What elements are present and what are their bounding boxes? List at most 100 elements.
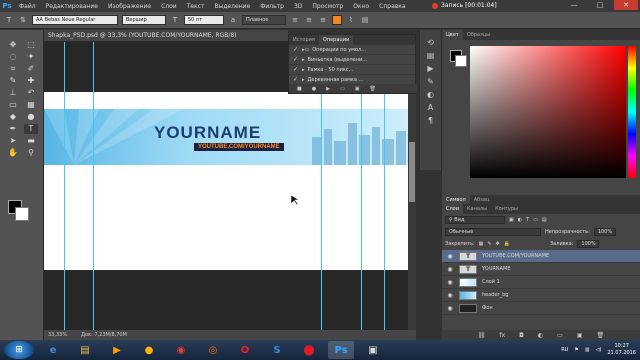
crop-tool-icon[interactable]: ⌗ [6, 64, 20, 74]
hue-slider[interactable] [628, 46, 636, 178]
tab-layers[interactable]: Слои [442, 204, 463, 214]
gradient-tool-icon[interactable]: ▦ [24, 100, 38, 110]
visibility-eye-icon[interactable]: ◉ [446, 305, 454, 312]
antialias-select[interactable]: Плавное [242, 15, 286, 25]
layer-name[interactable]: Фон [482, 305, 493, 311]
tab-swatches[interactable]: Образцы [463, 30, 494, 40]
adjustment-layer-icon[interactable]: ◐ [538, 332, 543, 339]
paragraph-icon[interactable]: ¶ [428, 116, 433, 125]
network-icon[interactable]: ▥ [585, 347, 590, 353]
guide-line[interactable] [93, 42, 94, 330]
link-layers-icon[interactable]: ⛓ [478, 332, 486, 339]
align-left-icon[interactable]: ≡ [290, 15, 300, 25]
new-set-icon[interactable]: ▭ [340, 86, 345, 92]
opera-icon[interactable]: O [232, 341, 258, 359]
healing-brush-icon[interactable]: ✚ [24, 76, 38, 86]
tab-history[interactable]: История [289, 35, 319, 45]
visibility-eye-icon[interactable]: ◉ [446, 292, 454, 299]
new-group-icon[interactable]: ▭ [557, 332, 563, 339]
background-color-swatch[interactable] [455, 55, 467, 67]
expand-arrow-icon[interactable]: ▸ [302, 67, 305, 73]
layer-row[interactable]: ◉ T YOUTUBE.COM/YOURNAME [442, 250, 640, 263]
character-icon[interactable]: A [428, 103, 433, 112]
pen-tool-icon[interactable]: ✒ [6, 124, 20, 134]
visibility-eye-icon[interactable]: ◉ [446, 253, 454, 260]
document-tab[interactable]: Shapka_PSD.psd @ 33,3% (YOUTUBE.COM/YOUR… [44, 30, 288, 42]
zoom-tool-icon[interactable]: ⚲ [24, 148, 38, 158]
color-picker-field[interactable] [470, 46, 626, 178]
add-mask-icon[interactable]: ◘ [519, 332, 524, 339]
background-color-swatch[interactable] [15, 207, 29, 221]
layer-row[interactable]: ◉ T YOURNAME [442, 263, 640, 276]
explorer-icon[interactable]: ▤ [72, 341, 98, 359]
blend-mode-select[interactable]: Обычные [445, 228, 541, 236]
action-row[interactable]: ✓ ▸▭ Операции по умол... [289, 45, 415, 55]
warp-text-icon[interactable]: ⌇ [346, 15, 356, 25]
record-app-icon[interactable]: ⬤ [296, 341, 322, 359]
font-family-select[interactable]: AA Bebas Neue Regular [32, 15, 118, 25]
type-tool-icon[interactable]: T [24, 124, 38, 134]
tab-channels[interactable]: Каналы [463, 204, 491, 214]
tab-color[interactable]: Цвет [442, 30, 463, 40]
character-panel-icon[interactable]: ▤ [360, 15, 370, 25]
stop-icon[interactable]: ■ [297, 86, 302, 92]
shape-tool-icon[interactable]: ▬ [24, 136, 38, 146]
adjustments-icon[interactable]: ◐ [427, 90, 434, 99]
blur-tool-icon[interactable]: ◆ [6, 112, 20, 122]
checkmark-icon[interactable]: ✓ [292, 56, 299, 63]
new-layer-icon[interactable]: ▣ [577, 332, 583, 339]
expand-arrow-icon[interactable]: ▸ [302, 77, 305, 83]
zoom-level[interactable]: 33,33% [48, 332, 67, 338]
layer-filter-select[interactable]: ⚲ Вид [445, 216, 505, 224]
flag-icon[interactable]: ⚑ [574, 347, 578, 353]
fill-input[interactable]: 100% [577, 240, 600, 248]
lock-move-icon[interactable]: ✥ [496, 241, 500, 247]
filter-pixel-icon[interactable]: ▣ [509, 217, 514, 223]
font-size-select[interactable]: 50 пт [184, 15, 224, 25]
font-style-select[interactable]: Вершир [122, 15, 166, 25]
clone-stamp-icon[interactable]: ⊥ [6, 88, 20, 98]
menu-text[interactable]: Текст [182, 3, 210, 10]
action-row[interactable]: ✓ ▸ Виньетка (выделени... [289, 55, 415, 65]
menu-filter[interactable]: Фильтр [255, 3, 289, 10]
app-icon[interactable]: ▣ [360, 341, 386, 359]
dodge-tool-icon[interactable]: ● [24, 112, 38, 122]
tab-paths[interactable]: Контуры [491, 204, 522, 214]
layer-style-icon[interactable]: fx [499, 332, 505, 339]
checkmark-icon[interactable]: ✓ [292, 46, 299, 53]
menu-help[interactable]: Справка [374, 3, 410, 10]
text-orientation-icon[interactable]: ⇅ [18, 15, 28, 25]
minimize-button[interactable]: — [562, 0, 586, 10]
text-tool-icon[interactable]: T [4, 15, 14, 25]
filter-smart-icon[interactable]: ▤ [542, 217, 547, 223]
volume-icon[interactable]: ◁) [596, 347, 602, 353]
expand-arrow-icon[interactable]: ▸ [302, 57, 305, 63]
layer-name[interactable]: header_bg [482, 292, 508, 298]
play-icon[interactable]: ▶ [427, 64, 433, 73]
filter-type-icon[interactable]: T [526, 217, 529, 223]
magic-wand-icon[interactable]: ✦ [24, 52, 38, 62]
recorder-icon[interactable]: ● [136, 341, 162, 359]
history-icon[interactable]: ⟲ [427, 38, 434, 47]
eyedropper-tool-icon[interactable]: ✐ [24, 64, 38, 74]
align-center-icon[interactable]: ≡ [304, 15, 314, 25]
menu-file[interactable]: Файл [14, 3, 41, 10]
menu-view[interactable]: Просмотр [307, 3, 348, 10]
brush-tool-icon[interactable]: ✎ [6, 76, 20, 86]
lasso-tool-icon[interactable]: ◌ [6, 52, 20, 62]
text-color-swatch[interactable] [332, 15, 342, 25]
history-brush-icon[interactable]: ↶ [24, 88, 38, 98]
layer-row[interactable]: ◉ Слой 1 [442, 276, 640, 289]
layer-name[interactable]: YOUTUBE.COM/YOURNAME [482, 253, 549, 259]
visibility-eye-icon[interactable]: ◉ [446, 279, 454, 286]
hand-tool-icon[interactable]: ✋ [6, 148, 20, 158]
ie-icon[interactable]: e [40, 341, 66, 359]
menu-image[interactable]: Изображение [103, 3, 156, 10]
lock-paint-icon[interactable]: ✎ [487, 241, 491, 247]
media-player-icon[interactable]: ▶ [104, 341, 130, 359]
record-icon[interactable]: ● [312, 86, 316, 92]
scrollbar-thumb[interactable] [409, 142, 415, 202]
filter-shape-icon[interactable]: ▭ [533, 217, 538, 223]
new-action-icon[interactable]: ▣ [355, 86, 360, 92]
clock[interactable]: 10:27 21.07.2016 [607, 343, 636, 357]
